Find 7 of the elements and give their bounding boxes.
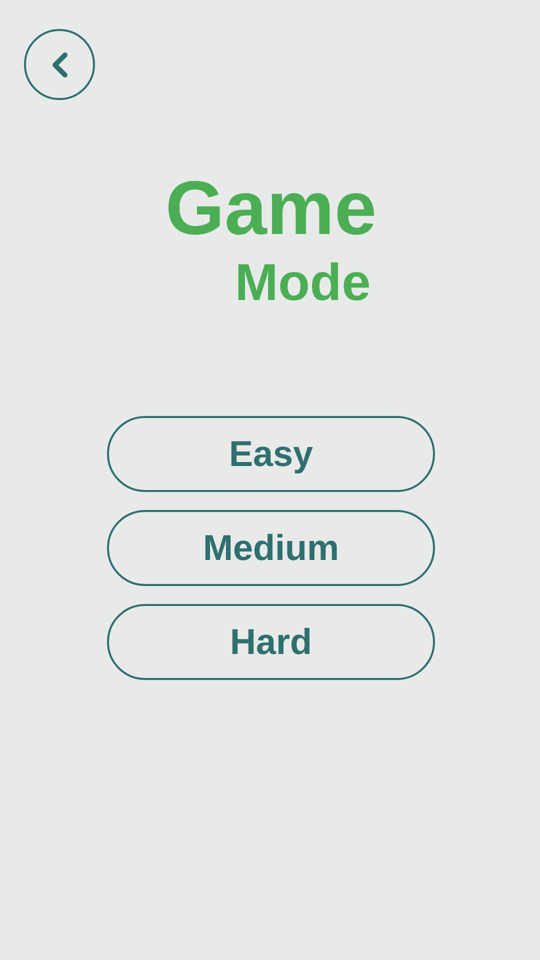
- mode-button[interactable]: Medium: [107, 510, 435, 586]
- back-icon: [50, 50, 70, 78]
- title-text: Game: [165, 166, 377, 252]
- back-button[interactable]: [24, 29, 95, 100]
- mode-button[interactable]: Easy: [107, 416, 435, 492]
- mode-button[interactable]: Hard: [107, 604, 435, 680]
- subtitle-text: Mode: [234, 254, 371, 312]
